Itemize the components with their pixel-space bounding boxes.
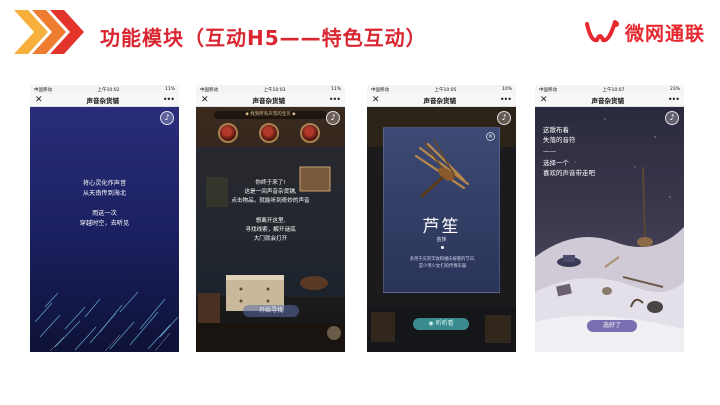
intro-line-3: 而这一次 — [92, 210, 117, 217]
carrier-label: 中国移动 — [34, 87, 52, 93]
brand-logo: 微网通联 — [585, 18, 705, 46]
close-icon[interactable]: ✕ — [35, 95, 43, 105]
description-line-1: 多用于庆贺丰收和婚庆嫁娶的节日, — [409, 257, 476, 262]
select-line-3: 选择一个 — [543, 159, 569, 167]
instrument-name: 芦笙 — [422, 217, 461, 237]
instrument-card: × 芦笙 苗族 多用于庆贺丰收和婚庆嫁娶的节日, 是少男少女们的传情乐器 — [383, 127, 500, 293]
collected-item-slot-2[interactable] — [259, 123, 279, 143]
shop-line-3: 点击物品，就能听到奇妙的声音 — [231, 198, 310, 204]
select-line-2: 失落的音符 — [543, 136, 576, 144]
listen-button-label: 听听看 — [435, 320, 454, 327]
shop-screen: ◆ 找到所有声音的宝贝 ◆ ♪ 你终于来了! 这是一间声音杂货铺, 点击物品，就… — [196, 107, 345, 352]
shop-line-1: 你终于来了! — [255, 180, 286, 186]
instrument-description: 多用于庆贺丰收和婚庆嫁娶的节日, 是少男少女们的传情乐器 — [390, 256, 495, 270]
wechat-navbar: ✕ 声音杂货铺 ••• — [30, 94, 179, 107]
music-icon[interactable]: ♪ — [160, 111, 174, 125]
nav-title: 声音杂货铺 — [252, 97, 285, 105]
battery-label: 23% — [669, 87, 680, 92]
battery-label: 11% — [330, 87, 341, 92]
status-bar: 中国移动 上午10:05 10% — [367, 85, 516, 94]
collected-item-slot-3[interactable] — [300, 123, 320, 143]
starfield-background — [30, 107, 179, 352]
battery-label: 10% — [501, 87, 512, 92]
chevron-arrows-icon — [14, 10, 84, 54]
brand-mark-icon — [585, 20, 619, 43]
time-label: 上午10:05 — [434, 87, 457, 93]
nav-title: 声音杂货铺 — [591, 97, 624, 105]
shop-banner: ◆ 找到所有声音的宝贝 ◆ — [214, 111, 327, 119]
more-icon[interactable]: ••• — [500, 96, 512, 104]
speaker-icon: ◉ — [428, 320, 436, 327]
time-label: 上午10:02 — [97, 87, 120, 93]
brand-name: 微网通联 — [625, 22, 706, 45]
collected-item-slot-1[interactable] — [218, 123, 238, 143]
select-screen: ♪ 这散布着 失落的音符 —— 选择一个 喜欢的声音带走吧 选好了 — [535, 107, 684, 352]
shop-line-6: 大门就会打开 — [253, 236, 288, 242]
intro-screen: ♪ 将心灵化作声音 从天南传到海北 而这一次 穿越时空，去听见 — [30, 107, 179, 352]
instrument-ethnic-group: 苗族 — [436, 237, 447, 243]
divider-dot — [441, 246, 444, 249]
battery-label: 11% — [164, 87, 175, 92]
intro-line-1: 将心灵化作声音 — [82, 180, 127, 187]
listen-button[interactable]: ◉ 听听看 — [413, 318, 469, 330]
nav-title: 声音杂货铺 — [86, 97, 119, 105]
slide-title: 功能模块（互动H5——特色互动） — [100, 26, 427, 50]
lusheng-instrument-image — [414, 139, 470, 198]
shop-line-2: 这是一间声音杂货铺, — [244, 189, 297, 195]
carrier-label: 中国移动 — [371, 87, 389, 93]
more-icon[interactable]: ••• — [668, 96, 680, 104]
intro-line-4: 穿越时空，去听见 — [79, 220, 130, 227]
instrument-screen: ♪ × 芦笙 苗族 多用于庆贺丰收和婚庆嫁娶的节日, 是少男少女们的传情乐器 ◉… — [367, 107, 516, 352]
shop-line-5: 寻找线索，解开谜底 — [245, 227, 296, 233]
phone-screenshot-instrument: 中国移动 上午10:05 10% ✕ 声音杂货铺 ••• ♪ × 芦笙 苗族 多… — [367, 85, 516, 352]
nav-title: 声音杂货铺 — [423, 97, 456, 105]
more-icon[interactable]: ••• — [163, 96, 175, 104]
more-icon[interactable]: ••• — [329, 96, 341, 104]
close-icon[interactable]: ✕ — [372, 95, 380, 105]
wechat-navbar: ✕ 声音杂货铺 ••• — [535, 94, 684, 107]
wechat-navbar: ✕ 声音杂货铺 ••• — [196, 94, 345, 107]
carrier-label: 中国移动 — [539, 87, 557, 93]
start-search-button[interactable]: 开始寻找 — [243, 305, 299, 317]
status-bar: 中国移动 上午10:02 11% — [30, 85, 179, 94]
time-label: 上午10:03 — [263, 87, 286, 93]
time-label: 上午10:07 — [602, 87, 625, 93]
select-dash: —— — [543, 147, 556, 155]
phone-screenshot-select: 中国移动 上午10:07 23% ✕ 声音杂货铺 ••• ♪ 这散布着 失落的音… — [535, 85, 684, 352]
shop-line-4: 想离开这里, — [255, 218, 286, 224]
phone-screenshot-shop: 中国移动 上午10:03 11% ✕ 声音杂货铺 ••• ◆ 找到所有声音的宝贝… — [196, 85, 345, 352]
wechat-navbar: ✕ 声音杂货铺 ••• — [367, 94, 516, 107]
music-icon[interactable]: ♪ — [497, 111, 511, 125]
close-card-icon[interactable]: × — [486, 132, 495, 141]
music-icon[interactable]: ♪ — [665, 111, 679, 125]
confirm-selection-button[interactable]: 选好了 — [587, 320, 637, 332]
music-icon[interactable]: ♪ — [326, 111, 340, 125]
phone-screenshot-intro: 中国移动 上午10:02 11% ✕ 声音杂货铺 ••• ♪ 将心灵化作声音 从… — [30, 85, 179, 352]
close-icon[interactable]: ✕ — [201, 95, 209, 105]
status-bar: 中国移动 上午10:03 11% — [196, 85, 345, 94]
status-bar: 中国移动 上午10:07 23% — [535, 85, 684, 94]
select-line-4: 喜欢的声音带走吧 — [543, 169, 595, 177]
intro-line-2: 从天南传到海北 — [82, 190, 127, 197]
carrier-label: 中国移动 — [200, 87, 218, 93]
description-line-2: 是少男少女们的传情乐器 — [418, 264, 467, 269]
close-icon[interactable]: ✕ — [540, 95, 548, 105]
select-line-1: 这散布着 — [543, 126, 569, 134]
